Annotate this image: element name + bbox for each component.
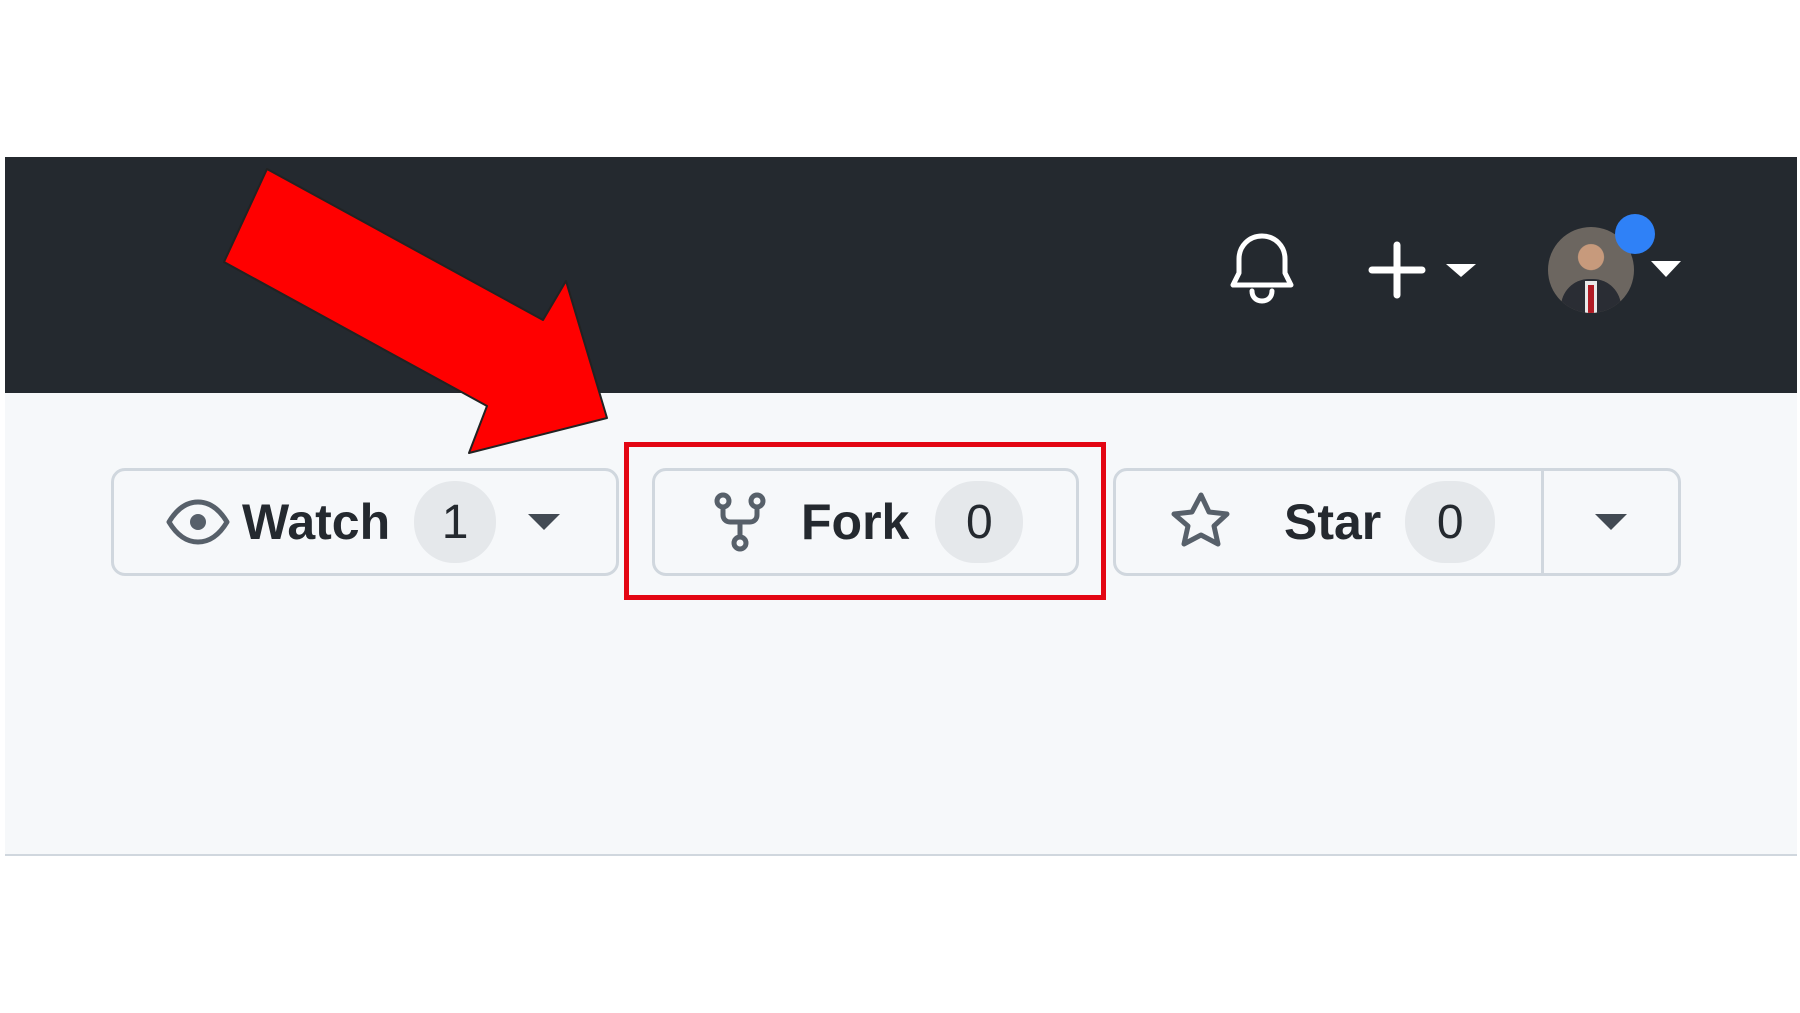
notifications-bell-icon[interactable] [1217,223,1307,313]
screenshot-crop: Watch 1 Fork 0 Star 0 [5,157,1797,856]
create-new-menu-button[interactable] [1363,227,1483,313]
notification-indicator-dot [1615,214,1655,254]
star-button-group: Star 0 [1113,468,1681,576]
fork-highlight-box [624,442,1106,600]
watch-label: Watch [242,494,391,550]
eye-icon [166,499,230,545]
triangle-down-icon [1446,264,1476,277]
star-lists-dropdown-button[interactable] [1544,471,1678,573]
watch-dropdown-caret-icon[interactable] [528,514,561,530]
watch-button[interactable]: Watch 1 [111,468,619,576]
top-navigation-bar [5,157,1797,393]
watch-count: 1 [414,481,497,563]
star-label: Star [1284,494,1382,550]
plus-icon [1368,241,1476,299]
avatar-menu-caret-icon[interactable] [1649,259,1683,279]
star-count: 0 [1405,481,1496,563]
star-dropdown-caret-icon [1595,514,1627,530]
star-button[interactable]: Star 0 [1116,471,1544,573]
star-icon [1171,492,1230,547]
